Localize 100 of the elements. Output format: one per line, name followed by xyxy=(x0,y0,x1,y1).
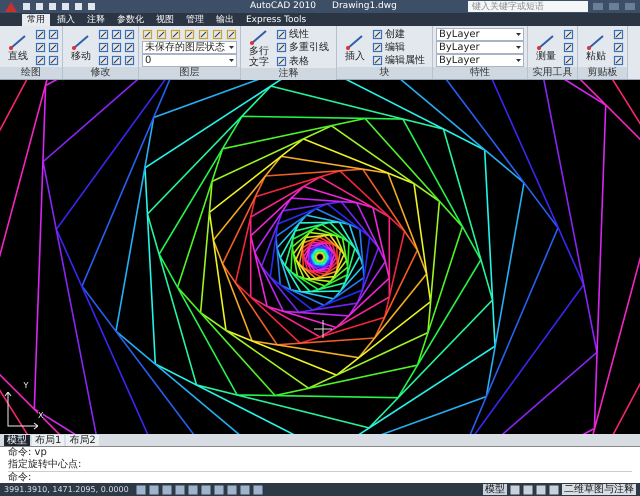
tool-icon[interactable] xyxy=(276,29,287,40)
workspace-dropdown[interactable]: 二维草图与注释 xyxy=(562,484,636,495)
tool-icon[interactable] xyxy=(613,55,624,66)
layout-tab[interactable]: 模型 xyxy=(4,434,30,446)
crosshair-cursor-icon xyxy=(314,320,332,338)
drafting-toggle-icon[interactable] xyxy=(214,484,224,494)
ribbon-dropdown[interactable]: ByLayer xyxy=(436,28,524,41)
drafting-toggle-icon[interactable] xyxy=(148,484,159,494)
ribbon-tab[interactable]: Express Tools xyxy=(241,14,312,26)
layer-tool-icon[interactable] xyxy=(142,29,153,40)
panel-title[interactable]: 绘图 xyxy=(0,67,62,79)
tool-icon[interactable] xyxy=(35,42,46,53)
tool-icon[interactable] xyxy=(563,42,574,53)
ucs-y-label: Y xyxy=(24,381,28,390)
drafting-toggle-icon[interactable] xyxy=(188,484,198,494)
drafting-toggle-icon[interactable] xyxy=(174,484,185,494)
panel-title[interactable]: 特性 xyxy=(433,67,527,79)
drafting-toggle-icon[interactable] xyxy=(252,484,263,494)
tool-icon xyxy=(249,28,269,46)
panel-title[interactable]: 剪贴板 xyxy=(578,67,627,79)
ribbon-small-button[interactable]: 表格 xyxy=(276,54,333,68)
layer-tool-icon[interactable] xyxy=(156,29,167,40)
tool-icon[interactable] xyxy=(563,29,574,40)
tool-icon[interactable] xyxy=(613,29,624,40)
ribbon-tab[interactable]: 管理 xyxy=(181,14,209,26)
layer-tool-icon[interactable] xyxy=(212,29,223,40)
tool-icon[interactable] xyxy=(613,42,624,53)
panel-title[interactable]: 注释 xyxy=(241,68,336,80)
tool-icon[interactable] xyxy=(372,42,383,53)
tool-icon[interactable] xyxy=(372,55,383,66)
ribbon-large-button[interactable]: 移动 xyxy=(66,33,96,62)
tool-icon[interactable] xyxy=(563,55,574,66)
tool-icon[interactable] xyxy=(48,42,59,53)
ribbon-dropdown[interactable]: ByLayer xyxy=(436,54,524,67)
ribbon-small-button[interactable]: 创建 xyxy=(372,28,429,41)
search-field[interactable]: 键入关键字或短语 xyxy=(468,1,588,12)
drafting-toggle-icon[interactable] xyxy=(240,484,250,494)
caret-icon xyxy=(229,59,234,62)
tool-icon[interactable] xyxy=(111,42,122,53)
coordinates-readout: 3991.3910, 1471.2095, 0.0000 xyxy=(4,484,130,496)
ribbon-small-button[interactable]: 多重引线 xyxy=(276,41,333,54)
ribbon-dropdown[interactable]: ByLayer xyxy=(436,41,524,54)
ribbon-tab[interactable]: 参数化 xyxy=(112,14,149,26)
tool-icon[interactable] xyxy=(111,29,122,40)
tool-icon xyxy=(345,33,365,51)
layer-tool-icon[interactable] xyxy=(226,29,237,40)
panel-title[interactable]: 修改 xyxy=(63,67,138,79)
ribbon-tab[interactable]: 插入 xyxy=(52,14,80,26)
caret-icon xyxy=(516,46,521,49)
tool-icon[interactable] xyxy=(98,29,109,40)
ribbon-large-button[interactable]: 测量 xyxy=(531,33,561,62)
tool-icon[interactable] xyxy=(48,55,59,66)
layer-tool-icon[interactable] xyxy=(198,29,209,40)
tool-icon[interactable] xyxy=(124,42,135,53)
tool-icon[interactable] xyxy=(35,29,46,40)
tool-icon[interactable] xyxy=(48,29,59,40)
tool-icon[interactable] xyxy=(98,55,109,66)
panel-title[interactable]: 图层 xyxy=(139,67,240,79)
tool-icon xyxy=(8,33,28,51)
command-history-line: 指定旋转中心点: xyxy=(8,459,82,471)
panel-title[interactable]: 块 xyxy=(337,67,432,79)
model-button[interactable]: 模型 xyxy=(483,484,507,495)
ribbon-small-button[interactable]: 编辑 xyxy=(372,41,429,54)
app-title: AutoCAD 2010 xyxy=(250,0,316,13)
tool-icon xyxy=(71,33,91,51)
drafting-toggle-icon[interactable] xyxy=(136,484,146,494)
ribbon-tab[interactable]: 视图 xyxy=(151,14,179,26)
ribbon-tab[interactable]: 输出 xyxy=(211,14,239,26)
tool-icon[interactable] xyxy=(124,29,135,40)
drafting-toggle-icon[interactable] xyxy=(200,484,211,494)
ribbon-large-button[interactable]: 直线 xyxy=(3,33,33,62)
drafting-toggle-icon[interactable] xyxy=(162,484,172,494)
tool-icon xyxy=(536,33,556,51)
layer-tool-icon[interactable] xyxy=(184,29,195,40)
layer-tool-icon[interactable] xyxy=(170,29,181,40)
tool-icon[interactable] xyxy=(35,55,46,66)
panel-title[interactable]: 实用工具 xyxy=(528,67,577,79)
ribbon-tab[interactable]: 注释 xyxy=(82,14,110,26)
tool-icon[interactable] xyxy=(111,55,122,66)
ribbon-tab[interactable]: 常用 xyxy=(22,14,50,26)
ribbon-dropdown[interactable]: 未保存的图层状态 xyxy=(142,41,237,54)
ribbon-small-button[interactable]: 编辑属性 xyxy=(372,54,429,67)
ribbon-large-button[interactable]: 多行文字 xyxy=(244,28,274,68)
tool-icon[interactable] xyxy=(124,55,135,66)
ribbon-large-button[interactable]: 粘贴 xyxy=(581,33,611,62)
tool-icon[interactable] xyxy=(372,29,383,40)
tool-icon[interactable] xyxy=(276,42,287,54)
ucs-axes-icon xyxy=(4,392,38,430)
caret-icon xyxy=(516,33,521,36)
layout-tab[interactable]: 布局1 xyxy=(32,434,64,446)
ribbon-large-button[interactable]: 插入 xyxy=(340,33,370,62)
tool-icon[interactable] xyxy=(98,42,109,53)
tool-icon[interactable] xyxy=(276,56,287,67)
command-history-line: 命令: vp xyxy=(8,447,48,458)
ribbon-small-button[interactable]: 线性 xyxy=(276,28,333,42)
ucs-x-label: X xyxy=(38,411,44,420)
drafting-toggle-icon[interactable] xyxy=(226,484,237,494)
layout-tab[interactable]: 布局2 xyxy=(66,434,99,446)
tool-icon xyxy=(586,33,606,51)
ribbon-dropdown[interactable]: 0 xyxy=(142,54,237,67)
